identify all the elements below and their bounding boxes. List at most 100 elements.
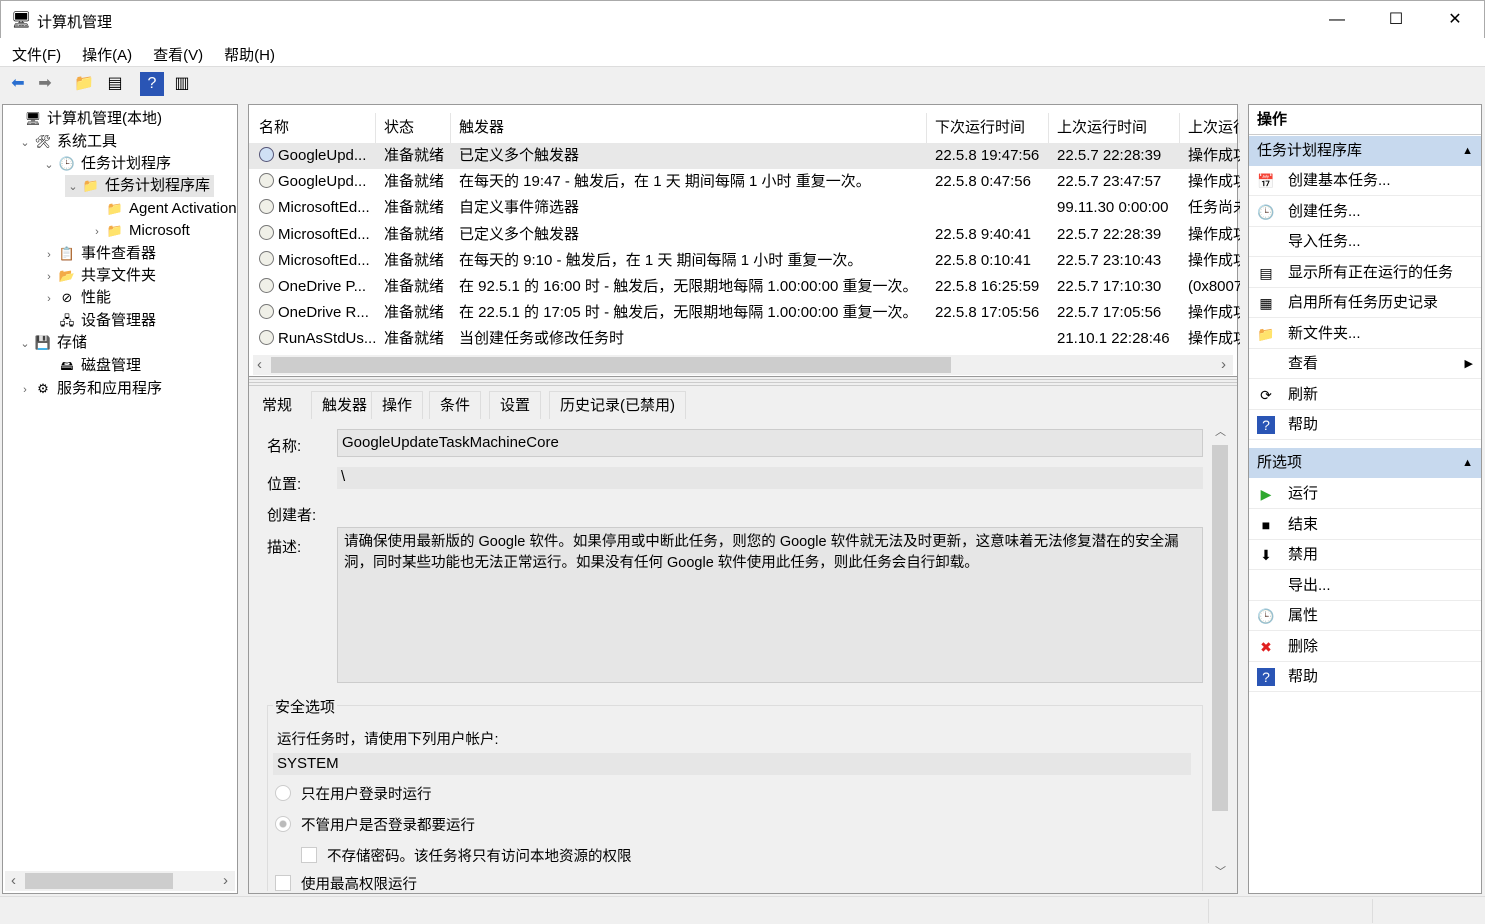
radio-whether-logged-on[interactable]: [275, 816, 291, 832]
collapse-icon[interactable]: ▲: [1462, 448, 1473, 478]
expander-icon[interactable]: ⌄: [17, 333, 33, 355]
tree-item-task-scheduler[interactable]: ⌄ 🕒 任务计划程序: [41, 153, 171, 175]
tree-item-system-tools[interactable]: ⌄ 🛠 系统工具: [17, 131, 117, 153]
action-item[interactable]: ? 帮助: [1249, 662, 1481, 692]
task-row[interactable]: GoogleUpd... 准备就绪 已定义多个触发器 22.5.8 19:47:56 2…: [249, 143, 1240, 169]
expander-icon[interactable]: ⌄: [17, 132, 33, 154]
description-field[interactable]: 请确保使用最新版的 Google 软件。如果停用或中断此任务，则您的 Googl…: [337, 527, 1203, 683]
collapse-icon[interactable]: ▲: [1462, 136, 1473, 166]
task-row[interactable]: RunAsStdUs... 准备就绪 当创建任务或修改任务时 21.10.1 22:2…: [249, 326, 1240, 352]
column-header[interactable]: 触发器: [451, 113, 927, 143]
column-header[interactable]: 上次运行结果: [1180, 113, 1240, 143]
task-row[interactable]: MicrosoftEd... 准备就绪 已定义多个触发器 22.5.8 9:40:41…: [249, 222, 1240, 248]
name-label: 名称:: [267, 438, 302, 455]
column-header[interactable]: 名称: [251, 113, 376, 143]
up-folder-icon[interactable]: 📁: [72, 72, 96, 96]
action-item[interactable]: ▶ 运行: [1249, 479, 1481, 509]
task-row[interactable]: OneDrive P... 准备就绪在 92.5.1 的 16:00 时 - 触发…: [249, 274, 1240, 300]
tab-actions[interactable]: 操作: [371, 391, 424, 419]
task-row[interactable]: MicrosoftEd... 准备就绪 自定义事件筛选器 99.11.30 0:00:…: [249, 195, 1240, 221]
action-item[interactable]: 📅 创建基本任务...: [1249, 166, 1481, 196]
highest-privileges-checkbox[interactable]: [275, 875, 291, 891]
forward-icon[interactable]: ➡: [33, 72, 57, 96]
task-name-field[interactable]: GoogleUpdateTaskMachineCore: [337, 429, 1203, 457]
expander-icon[interactable]: ›: [41, 244, 57, 266]
scroll-right-icon[interactable]: ›: [1221, 356, 1226, 373]
maximize-button[interactable]: ☐: [1367, 1, 1425, 39]
show-hide-tree-icon[interactable]: ▤: [103, 72, 127, 96]
tree-item-event-viewer[interactable]: › 📋 事件查看器: [41, 243, 156, 265]
expander-icon[interactable]: ⌄: [65, 176, 81, 198]
tree-item-disk-management[interactable]: 🖴 磁盘管理: [41, 355, 141, 377]
location-field[interactable]: \: [337, 467, 1203, 489]
tab-triggers[interactable]: 触发器: [311, 391, 379, 419]
action-item[interactable]: 📁 新文件夹...: [1249, 319, 1481, 349]
expander-icon[interactable]: ›: [41, 266, 57, 288]
task-row[interactable]: MicrosoftEd... 准备就绪 在每天的 9:10 - 触发后，在 1 天 …: [249, 248, 1240, 274]
action-item[interactable]: ✖ 删除: [1249, 632, 1481, 662]
scroll-left-icon[interactable]: ‹: [257, 356, 262, 373]
tree-item-performance[interactable]: › ⊘ 性能: [41, 287, 111, 309]
section-selected-item[interactable]: 所选项 ▲: [1249, 448, 1481, 478]
tab-settings[interactable]: 设置: [489, 391, 542, 419]
expander-icon[interactable]: ›: [41, 288, 57, 310]
action-item[interactable]: 🕒 创建任务...: [1249, 197, 1481, 227]
action-item[interactable]: ⟳ 刷新: [1249, 380, 1481, 410]
scroll-thumb[interactable]: [1212, 445, 1228, 811]
menu-help[interactable]: 帮助(H): [212, 38, 284, 65]
expander-icon[interactable]: ⌄: [41, 154, 57, 176]
action-item[interactable]: 查看 ▶: [1249, 349, 1481, 379]
action-item[interactable]: 导出...: [1249, 571, 1481, 601]
scroll-right-icon[interactable]: ›: [223, 872, 228, 889]
tree-item-computer-management[interactable]: 🖥 计算机管理(本地): [7, 108, 162, 130]
action-item[interactable]: 🕒 属性: [1249, 601, 1481, 631]
action-item[interactable]: ? 帮助: [1249, 410, 1481, 440]
tree-item-agent-activation[interactable]: 📁 Agent Activation: [89, 198, 237, 220]
tab-general[interactable]: 常规: [251, 391, 304, 419]
expander-icon[interactable]: ›: [89, 221, 105, 243]
minimize-button[interactable]: —: [1308, 1, 1366, 39]
scroll-thumb[interactable]: [25, 873, 173, 889]
scroll-left-icon[interactable]: ‹: [11, 872, 16, 889]
tree-item-label: 性能: [81, 289, 112, 306]
show-hide-action-pane-icon[interactable]: ▥: [170, 72, 194, 96]
task-list-hscrollbar[interactable]: ‹ ›: [253, 355, 1233, 375]
task-row[interactable]: OneDrive R... 准备就绪在 22.5.1 的 17:05 时 - 触发…: [249, 300, 1240, 326]
tree-item-shared-folders[interactable]: › 📂 共享文件夹: [41, 265, 156, 287]
column-header[interactable]: 下次运行时间: [927, 113, 1049, 143]
help-icon[interactable]: ?: [140, 72, 164, 96]
scroll-up-icon[interactable]: ︿: [1215, 423, 1226, 439]
action-item[interactable]: ▤ 显示所有正在运行的任务: [1249, 258, 1481, 288]
task-cell: 在 22.5.1 的 17:05 时 - 触发后，无限期地每隔 1.00:00:…: [451, 300, 927, 326]
action-item[interactable]: ▦ 启用所有任务历史记录: [1249, 288, 1481, 318]
tree-item-task-scheduler-library[interactable]: ⌄ 📁 任务计划程序库: [65, 175, 215, 198]
tab-conditions[interactable]: 条件: [429, 391, 482, 419]
menu-view[interactable]: 查看(V): [141, 38, 212, 65]
action-label: 禁用: [1288, 546, 1319, 563]
detail-vscrollbar[interactable]: ︿ ﹀: [1211, 423, 1229, 881]
tree-item-services-and-applications[interactable]: › ⚙ 服务和应用程序: [17, 378, 162, 400]
scroll-down-icon[interactable]: ﹀: [1215, 863, 1226, 879]
radio-logged-on-only[interactable]: [275, 785, 291, 801]
menu-file[interactable]: 文件(F): [0, 38, 70, 65]
tree-item-storage[interactable]: ⌄ 💾 存储: [17, 332, 87, 354]
tree-item-microsoft[interactable]: › 📁 Microsoft: [89, 220, 190, 242]
column-header[interactable]: 上次运行时间: [1049, 113, 1180, 143]
pane-splitter[interactable]: [249, 379, 1237, 387]
action-item[interactable]: ⬇ 禁用: [1249, 540, 1481, 570]
back-icon[interactable]: ⬅: [6, 72, 30, 96]
expander-icon[interactable]: ›: [17, 379, 33, 401]
menu-action[interactable]: 操作(A): [70, 38, 141, 65]
action-item[interactable]: 导入任务...: [1249, 227, 1481, 257]
action-label: 导入任务...: [1288, 233, 1361, 250]
column-header[interactable]: 状态: [376, 113, 451, 143]
tree-item-device-manager[interactable]: 🖧 设备管理器: [41, 310, 156, 332]
section-task-library[interactable]: 任务计划程序库 ▲: [1249, 136, 1481, 166]
scroll-thumb[interactable]: [271, 357, 951, 373]
close-button[interactable]: ✕: [1426, 1, 1484, 39]
tree-hscrollbar[interactable]: ‹ ›: [5, 871, 235, 891]
task-row[interactable]: GoogleUpd... 准备就绪 在每天的 19:47 - 触发后，在 1 天 期…: [249, 169, 1240, 195]
action-item[interactable]: ■ 结束: [1249, 510, 1481, 540]
tab-history[interactable]: 历史记录(已禁用): [549, 391, 686, 419]
no-password-checkbox[interactable]: [301, 847, 317, 863]
